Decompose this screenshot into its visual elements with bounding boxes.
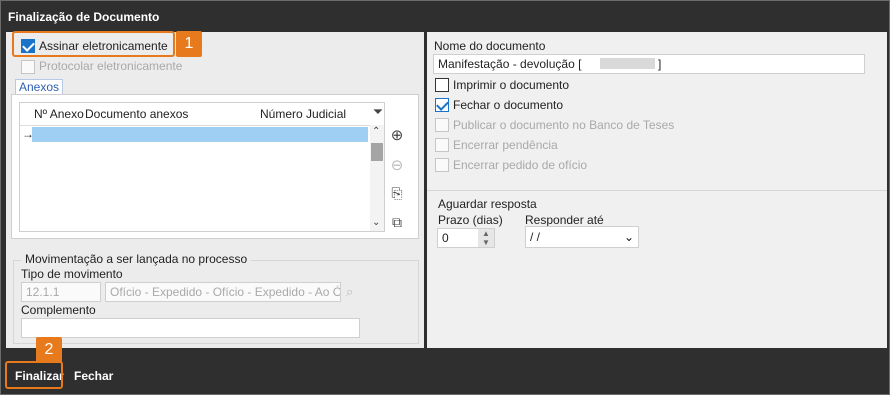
publicar-label: Publicar o documento no Banco de Teses	[453, 118, 675, 132]
imprimir-checkbox[interactable]	[435, 78, 449, 92]
fechar-documento-label[interactable]: Fechar o documento	[453, 98, 563, 112]
add-icon[interactable]: ⊕	[388, 127, 406, 145]
prazo-value: 0	[442, 231, 449, 245]
nome-documento-label: Nome do documento	[434, 39, 546, 53]
prazo-label: Prazo (dias)	[438, 213, 503, 227]
filter-icon[interactable]: ⏷	[369, 103, 387, 121]
encerrar-pendencia-checkbox[interactable]	[435, 138, 449, 152]
responder-ate-value: / /	[530, 230, 541, 244]
redacted-block	[600, 58, 655, 69]
dialog-window: Finalização de Documento Assinar eletron…	[0, 0, 890, 395]
callout-frame-1	[12, 31, 175, 57]
table-row[interactable]	[32, 127, 368, 142]
encerrar-pedido-label: Encerrar pedido de ofício	[453, 158, 588, 172]
callout-badge-1: 1	[176, 31, 202, 57]
prazo-field[interactable]: 0 ▲ ▼	[437, 228, 495, 248]
window-title: Finalização de Documento	[2, 2, 888, 32]
imprimir-label[interactable]: Imprimir o documento	[453, 78, 569, 92]
aguardar-legend: Aguardar resposta	[438, 197, 537, 211]
footer-bar: Finalizar Fechar	[2, 363, 888, 390]
col-header-numero-judicial[interactable]: Número Judicial	[260, 107, 346, 121]
publicar-checkbox[interactable]	[435, 118, 449, 132]
nome-documento-value: Manifestação - devolução [	[438, 57, 582, 71]
protocolar-label: Protocolar eletronicamente	[39, 59, 183, 73]
protocolar-checkbox[interactable]	[21, 60, 35, 74]
nome-documento-suffix: ]	[658, 57, 662, 71]
anexos-grid: Nº Anexo Documento anexos Número Judicia…	[19, 102, 385, 232]
callout-frame-2	[5, 361, 63, 389]
header-divider	[20, 125, 370, 126]
scroll-up-icon[interactable]: ⌃	[372, 126, 380, 137]
remove-icon[interactable]: ⊖	[388, 157, 406, 175]
tipo-movimento-desc[interactable]: Ofício - Expedido - Ofício - Expedido - …	[105, 282, 341, 302]
callout-badge-2: 2	[36, 337, 62, 363]
complemento-label: Complemento	[21, 303, 96, 317]
aguardar-divider	[427, 190, 887, 191]
copy-icon[interactable]: ⧉	[388, 213, 406, 231]
scroll-thumb[interactable]	[371, 143, 383, 161]
responder-ate-field[interactable]: / / ⌄	[525, 226, 639, 248]
encerrar-pedido-checkbox[interactable]	[435, 158, 449, 172]
prazo-spinner-icon[interactable]: ▲ ▼	[478, 229, 494, 247]
col-header-n-anexo[interactable]: Nº Anexo	[34, 107, 84, 121]
right-panel: Nome do documento Manifestação - devoluç…	[427, 32, 887, 348]
chevron-down-icon[interactable]: ⌄	[624, 227, 634, 247]
tab-anexos[interactable]: Anexos	[15, 79, 64, 95]
movimentacao-legend: Movimentação a ser lançada no processo	[21, 252, 252, 266]
responder-ate-label: Responder até	[525, 213, 604, 227]
fechar-button[interactable]: Fechar	[74, 369, 113, 383]
search-icon[interactable]: ⌕	[346, 284, 353, 300]
grid-scrollbar[interactable]: ⌃ ⌄	[370, 125, 384, 231]
tipo-movimento-code[interactable]: 12.1.1	[21, 282, 101, 302]
scroll-down-icon[interactable]: ⌄	[372, 217, 380, 228]
fechar-documento-checkbox[interactable]	[435, 98, 449, 112]
attach-icon[interactable]: ⎘	[388, 184, 406, 202]
left-panel: Assinar eletronicamente Protocolar eletr…	[6, 32, 424, 348]
encerrar-pendencia-label: Encerrar pendência	[453, 138, 558, 152]
complemento-field[interactable]	[21, 318, 360, 338]
nome-documento-field[interactable]: Manifestação - devolução []	[433, 54, 865, 74]
tipo-movimento-label: Tipo de movimento	[21, 267, 123, 281]
col-header-documento[interactable]: Documento anexos	[85, 107, 188, 121]
